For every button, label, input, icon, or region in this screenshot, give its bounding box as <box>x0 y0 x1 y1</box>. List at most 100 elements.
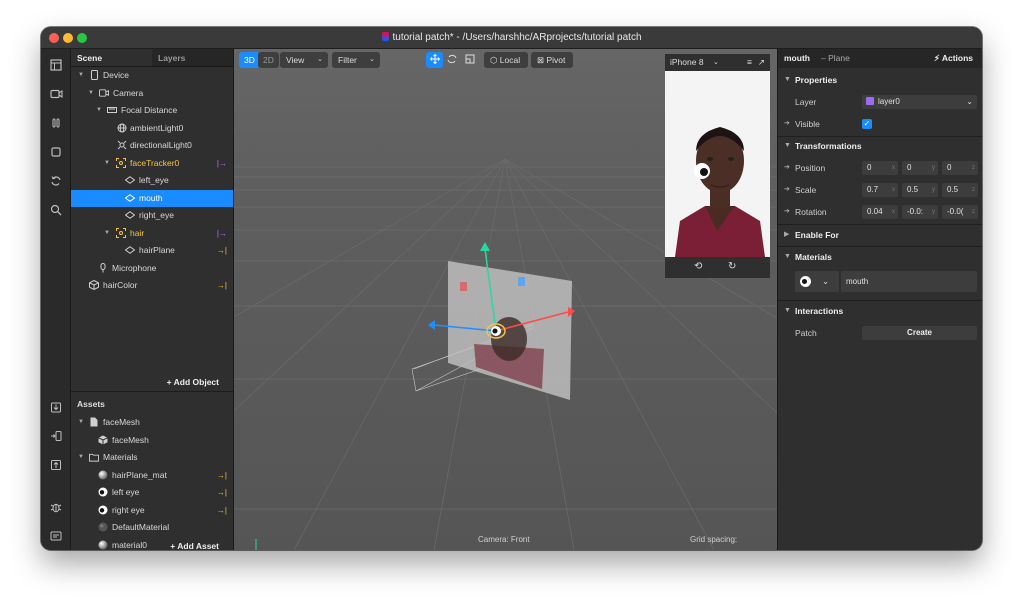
scale-tool-icon[interactable] <box>462 52 478 68</box>
patch-arrow-icon[interactable]: ➔ <box>784 201 790 223</box>
flip-camera-icon[interactable]: ⟲ <box>694 261 702 272</box>
patch-input-badge[interactable]: →| <box>217 467 227 484</box>
upload-icon[interactable] <box>48 457 64 473</box>
tree-item-right-eye[interactable]: right_eye <box>71 207 233 224</box>
enable-for-section[interactable]: ▶ Enable For <box>778 224 982 246</box>
patch-input-badge[interactable]: →| <box>217 242 227 259</box>
interactions-section[interactable]: ▼ Interactions <box>778 300 982 322</box>
asset-label: right eye <box>112 504 145 515</box>
tree-item-microphone[interactable]: Microphone <box>71 260 233 277</box>
rotation-y-field[interactable]: -0.0: y <box>902 205 938 219</box>
layout-icon[interactable] <box>48 57 64 73</box>
console-icon[interactable] <box>48 528 64 544</box>
position-z-field[interactable]: 0z <box>942 161 978 175</box>
tree-item-camera[interactable]: ▼ Camera <box>71 85 233 102</box>
position-y-field[interactable]: 0y <box>902 161 938 175</box>
tree-label: ambientLight0 <box>130 122 184 133</box>
face-tracker-icon <box>116 157 126 168</box>
tree-item-focal-distance[interactable]: ▼ Focal Distance <box>71 102 233 119</box>
rotate-device-icon[interactable]: ↻ <box>728 261 736 272</box>
create-patch-button[interactable]: Create <box>862 326 977 340</box>
plane-icon <box>125 210 135 220</box>
patch-arrow-icon[interactable]: ➔ <box>784 179 790 201</box>
object-name: mouth <box>784 53 810 63</box>
patch-arrow-icon[interactable]: ➔ <box>784 113 790 135</box>
material-thumbnail-select[interactable]: ⌄ <box>795 271 839 292</box>
asset-item-hairplane-mat[interactable]: hairPlane_mat →| <box>71 467 233 484</box>
zoom-window-button[interactable] <box>77 33 87 43</box>
tree-item-hair-color[interactable]: hairColor →| <box>71 277 233 294</box>
bug-icon[interactable] <box>48 499 64 515</box>
scale-x-field[interactable]: 0.7 x <box>862 183 898 197</box>
tree-item-device[interactable]: ▼ Device <box>71 67 233 84</box>
pivot-toggle[interactable]: ⊠ Pivot <box>531 52 573 68</box>
asset-item-materials-folder[interactable]: ▼ Materials <box>71 449 233 466</box>
patch-input-badge[interactable]: →| <box>217 277 227 294</box>
stop-icon[interactable] <box>48 144 64 160</box>
device-selector[interactable]: iPhone 8 ⌄ ≡ ↗ <box>665 54 770 71</box>
assets-title: Assets <box>77 399 105 409</box>
mode-2d-button[interactable]: 2D <box>258 52 279 68</box>
asset-item-left-eye[interactable]: left eye →| <box>71 484 233 501</box>
filter-menu[interactable]: Filter ⌄ <box>332 52 380 68</box>
rotation-x-field[interactable]: 0.04 x <box>862 205 898 219</box>
tree-item-mouth[interactable]: mouth <box>71 189 233 207</box>
scale-y-field[interactable]: 0.5 y <box>902 183 938 197</box>
rotation-z-field[interactable]: -0.0(z <box>942 205 978 219</box>
patch-arrow-icon[interactable]: ➔ <box>784 157 790 179</box>
move-tool-icon[interactable] <box>426 52 443 68</box>
asset-item-facemesh[interactable]: faceMesh <box>71 432 233 449</box>
tree-item-left-eye[interactable]: left_eye <box>71 172 233 189</box>
asset-item-facemesh-folder[interactable]: ▼ faceMesh <box>71 414 233 431</box>
add-asset-button[interactable]: + Add Asset <box>170 541 219 550</box>
materials-section[interactable]: ▼ Materials <box>778 246 982 268</box>
pause-icon[interactable] <box>48 115 64 131</box>
scale-z-field[interactable]: 0.5 z <box>942 183 978 197</box>
tree-label: Device <box>103 70 129 80</box>
tree-item-ambient-light[interactable]: ambientLight0 <box>71 120 233 137</box>
menu-icon[interactable]: ≡ <box>747 54 752 71</box>
tree-item-directional-light[interactable]: directionalLight0 <box>71 137 233 154</box>
video-icon[interactable] <box>48 86 64 102</box>
patch-input-badge[interactable]: →| <box>217 484 227 501</box>
material-name-field[interactable]: mouth <box>841 271 977 292</box>
tree-item-hair[interactable]: ▼ hair |→ <box>71 225 233 242</box>
restart-icon[interactable] <box>48 173 64 189</box>
asset-label: DefaultMaterial <box>112 522 170 532</box>
properties-section[interactable]: ▼ Properties <box>778 69 982 91</box>
tree-item-face-tracker[interactable]: ▼ faceTracker0 |→ <box>71 155 233 172</box>
layer-select[interactable]: layer0 ⌄ <box>862 95 977 109</box>
tab-layers[interactable]: Layers <box>152 49 233 66</box>
tree-label: left_eye <box>139 175 169 185</box>
visible-checkbox[interactable]: ✓ <box>862 119 872 129</box>
local-toggle[interactable]: ⬡ Local <box>484 52 528 68</box>
asset-item-right-eye[interactable]: right eye →| <box>71 502 233 519</box>
minimize-window-button[interactable] <box>63 33 73 43</box>
chevron-down-icon: ⌄ <box>822 276 830 286</box>
mode-3d-button[interactable]: 3D <box>239 52 260 68</box>
send-to-device-icon[interactable] <box>48 428 64 444</box>
ruler-icon <box>107 105 117 115</box>
tree-label: Focal Distance <box>121 105 178 115</box>
asset-item-default-material[interactable]: DefaultMaterial <box>71 519 233 536</box>
search-icon[interactable] <box>48 202 64 218</box>
asset-label: hairPlane_mat <box>112 469 167 480</box>
asset-label: Materials <box>103 452 138 462</box>
transformations-section[interactable]: ▼ Transformations <box>778 135 982 157</box>
view-menu[interactable]: View ⌄ <box>280 52 328 68</box>
patch-output-badge[interactable]: |→ <box>217 225 227 242</box>
add-object-button[interactable]: + Add Object <box>167 377 219 387</box>
patch-output-badge[interactable]: |→ <box>217 155 227 172</box>
sun-icon <box>117 140 127 150</box>
patch-input-badge[interactable]: →| <box>217 502 227 519</box>
viewport[interactable]: 3D 2D View ⌄ Filter ⌄ ⬡ Local ⊠ Pivot iPho… <box>234 49 777 550</box>
position-x-field[interactable]: 0x <box>862 161 898 175</box>
globe-light-icon <box>117 123 127 133</box>
tab-scene[interactable]: Scene <box>71 49 152 66</box>
rotate-tool-icon[interactable] <box>444 52 460 68</box>
close-window-button[interactable] <box>49 33 59 43</box>
actions-button[interactable]: ⚡︎ Actions <box>934 49 973 68</box>
import-icon[interactable] <box>48 399 64 415</box>
tree-item-hair-plane[interactable]: hairPlane →| <box>71 242 233 259</box>
popout-icon[interactable]: ↗ <box>758 54 765 71</box>
